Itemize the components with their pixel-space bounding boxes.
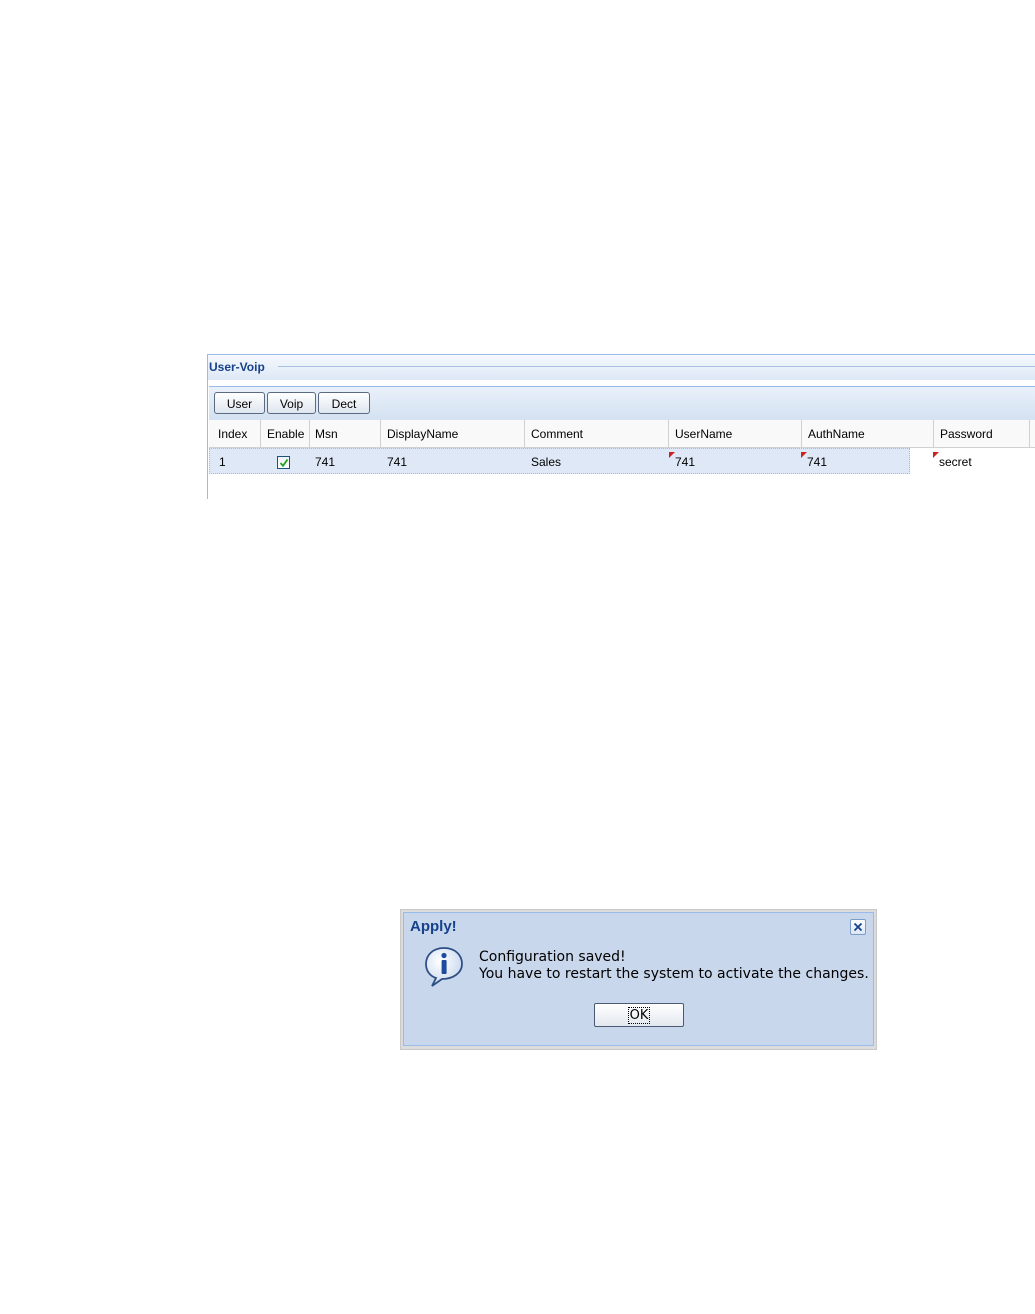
grid-header: Index Enable Msn DisplayName Comment Use… xyxy=(209,420,1035,448)
column-header-password[interactable]: Password xyxy=(934,420,1030,447)
column-header-enable[interactable]: Enable xyxy=(261,420,310,447)
column-header-comment[interactable]: Comment xyxy=(525,420,669,447)
enable-checkbox[interactable] xyxy=(277,456,290,469)
toolbar: User Voip Dect xyxy=(209,386,1035,422)
cell-username[interactable]: 741 xyxy=(665,450,695,474)
panel-header: User-Voip xyxy=(208,354,1035,380)
cell-msn[interactable]: 741 xyxy=(305,450,335,474)
user-button[interactable]: User xyxy=(214,392,265,414)
column-header-msn[interactable]: Msn xyxy=(310,420,381,447)
dialog-message-line2: You have to restart the system to activa… xyxy=(479,966,869,982)
info-icon xyxy=(425,947,463,987)
dialog-message-line1: Configuration saved! xyxy=(479,949,626,965)
cell-authname[interactable]: 741 xyxy=(797,450,827,474)
column-header-index[interactable]: Index xyxy=(209,420,261,447)
user-voip-panel: User-Voip User Voip Dect Index Enable Ms… xyxy=(207,354,1035,499)
apply-dialog: Apply! Configuration saved! You have to … xyxy=(403,912,874,1046)
cell-index: 1 xyxy=(219,455,226,469)
column-header-displayname[interactable]: DisplayName xyxy=(381,420,525,447)
check-icon xyxy=(279,458,289,468)
panel-title: User-Voip xyxy=(209,360,265,374)
ok-button-label: OK xyxy=(627,1007,651,1024)
dect-button[interactable]: Dect xyxy=(318,392,370,414)
dialog-title: Apply! xyxy=(410,918,457,935)
panel-header-divider xyxy=(278,366,1035,367)
column-header-authname[interactable]: AuthName xyxy=(802,420,934,447)
close-icon[interactable] xyxy=(850,919,866,935)
cell-password[interactable]: secret xyxy=(929,450,972,474)
cell-displayname[interactable]: 741 xyxy=(377,450,407,474)
column-header-username[interactable]: UserName xyxy=(669,420,802,447)
ok-button[interactable]: OK xyxy=(594,1003,684,1027)
cell-comment[interactable]: Sales xyxy=(521,450,561,474)
voip-button[interactable]: Voip xyxy=(267,392,316,414)
